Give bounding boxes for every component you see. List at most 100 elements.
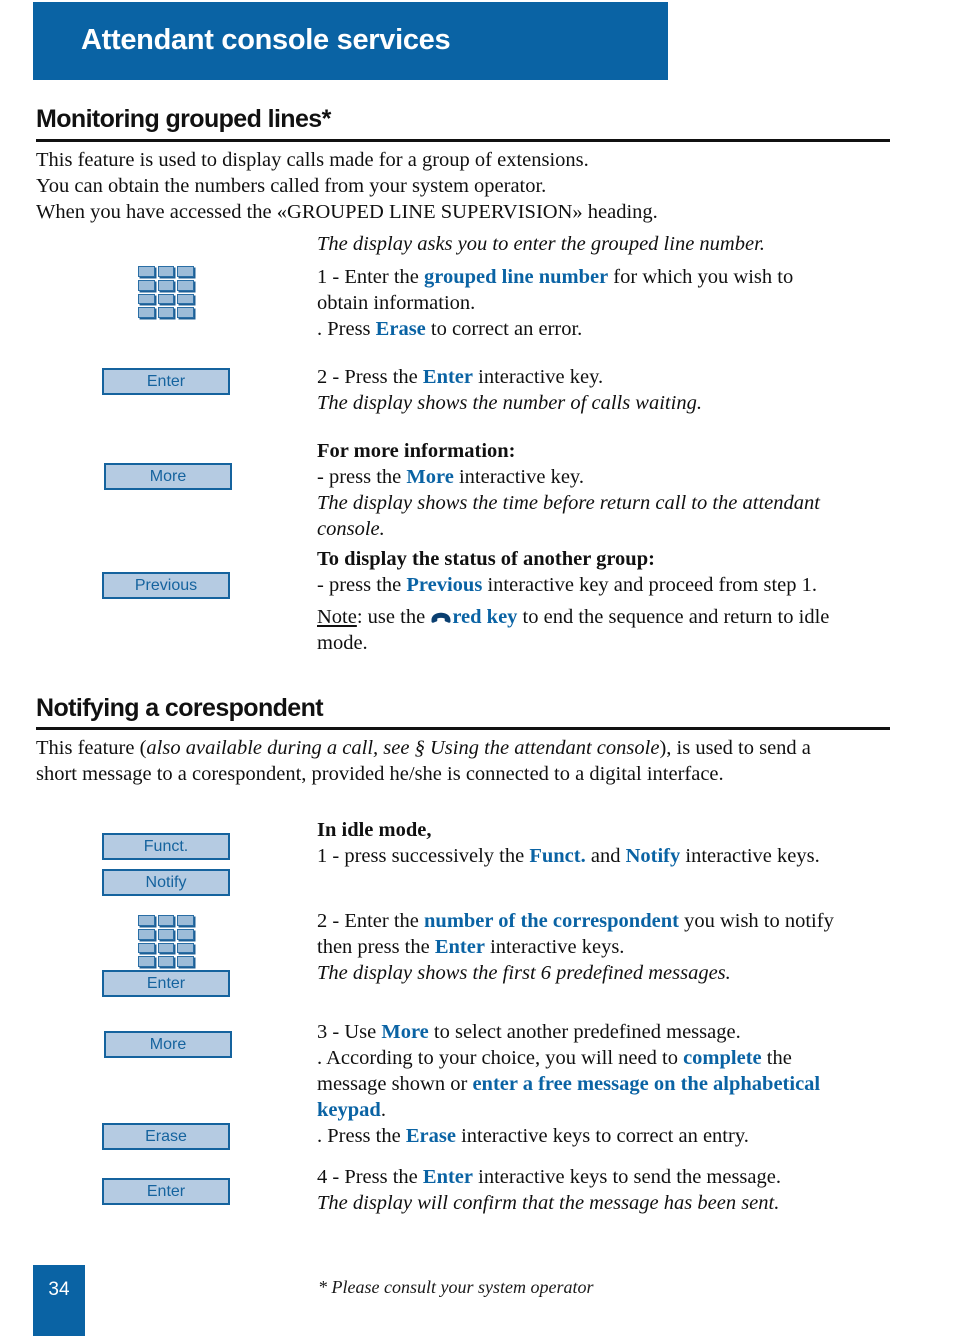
interactive-key-enter[interactable]: Enter: [102, 368, 230, 395]
interactive-key-more-step3[interactable]: More: [104, 1031, 232, 1058]
keypad-key: [138, 266, 155, 277]
interactive-key-more[interactable]: More: [104, 463, 232, 490]
s2-step2-c: you wish to notify: [678, 910, 834, 932]
s2-step2-d: then press the: [317, 936, 435, 958]
step1-text-c: for which you wish to: [608, 266, 794, 288]
more-info-title: For more information:: [317, 440, 516, 462]
section-rule-2: [36, 727, 890, 730]
more-info-term-more: More: [406, 466, 454, 488]
more-info-text-a: - press the: [317, 466, 407, 488]
section2-step3-line-4: keypad.: [317, 1097, 917, 1123]
step1-text-d: obtain information.: [317, 292, 476, 314]
interactive-key-enter-step2[interactable]: Enter: [102, 970, 230, 997]
s2-step3-term-keypad: keypad: [317, 1099, 381, 1121]
section1-intro: This feature is used to display calls ma…: [36, 147, 906, 225]
s2-step4-a: 4 - Press the: [317, 1166, 423, 1188]
header-banner: Attendant console services: [33, 2, 668, 80]
note-text-a: : use the: [356, 606, 431, 628]
step2-text-a: 2 - Press the: [317, 366, 423, 388]
s2-step4-c: interactive keys to send the message.: [473, 1166, 781, 1188]
section-rule-1: [36, 139, 890, 142]
step2-term-enter: Enter: [422, 366, 474, 388]
s2-step4-term-enter: Enter: [422, 1166, 474, 1188]
another-group-term-previous: Previous: [406, 574, 483, 596]
s2-step3-m: interactive keys to correct an entry.: [455, 1125, 749, 1147]
s2-step1-c: and: [585, 845, 626, 867]
section2-intro-c: ), is used to send a: [659, 737, 811, 759]
keypad-key: [177, 293, 194, 305]
step1-term-grouped-line-number: grouped line number: [424, 266, 609, 288]
page-number-box: 34: [33, 1265, 85, 1336]
handset-hangup-icon: [430, 605, 452, 623]
keypad-key: [177, 928, 194, 940]
step2-display-note: The display shows the number of calls wa…: [317, 392, 702, 414]
keypad-key: [157, 956, 175, 967]
keypad-key: [157, 928, 175, 940]
section2-step1: In idle mode, 1 - press successively the…: [317, 817, 917, 869]
s2-step2-f: interactive keys.: [484, 936, 625, 958]
s2-step1-term-funct: Funct.: [529, 845, 586, 867]
section1-intro-line-1: This feature is used to display calls ma…: [36, 149, 589, 171]
section2-step4-line-1: 4 - Press the Enter interactive keys to …: [317, 1164, 917, 1190]
section2-step1-title: In idle mode,: [317, 819, 432, 841]
section2-step2: 2 - Enter the number of the corresponden…: [317, 908, 917, 986]
more-info-text-c: interactive key.: [453, 466, 584, 488]
section2-step3-line-1: 3 - Use More to select another predefine…: [317, 1019, 917, 1045]
section1-intro-line-2: You can obtain the numbers called from y…: [36, 175, 547, 197]
note-term-red-key: red key: [452, 606, 518, 628]
step2-text-c: interactive key.: [473, 366, 604, 388]
interactive-key-erase[interactable]: Erase: [102, 1123, 230, 1150]
more-info-line-1: - press the More interactive key.: [317, 464, 902, 490]
keypad-key: [177, 942, 194, 954]
another-group-line-1: - press the Previous interactive key and…: [317, 572, 917, 598]
page-title: Attendant console services: [81, 24, 451, 56]
section2-step4: 4 - Press the Enter interactive keys to …: [317, 1164, 917, 1216]
section2-intro-a: This feature (: [36, 737, 147, 759]
s2-step2-term-number: number of the correspondent: [424, 910, 679, 932]
section1-more-info: For more information: - press the More i…: [317, 438, 902, 542]
keypad-key: [138, 942, 155, 954]
keypad-key: [138, 915, 155, 926]
keypad-key: [157, 307, 175, 318]
step1-term-erase: Erase: [375, 318, 426, 340]
footnote: * Please consult your system operator: [318, 1277, 594, 1297]
section2-step3: 3 - Use More to select another predefine…: [317, 1019, 917, 1149]
section1-display-note: The display asks you to enter the groupe…: [317, 233, 765, 255]
note-label: Note: [317, 606, 357, 628]
section2-intro-line-1: This feature (also available during a ca…: [36, 735, 906, 761]
section2-intro-b: also available during a call, see § Usin…: [146, 737, 660, 759]
another-group-text-a: - press the: [317, 574, 407, 596]
keypad-key: [157, 279, 175, 291]
s2-step1-a: 1 - press successively the: [317, 845, 530, 867]
s2-step3-k: . Press the: [317, 1125, 406, 1147]
interactive-key-enter-step4[interactable]: Enter: [102, 1178, 230, 1205]
s2-step3-term-more: More: [381, 1021, 429, 1043]
section-heading-monitoring-grouped-lines: Monitoring grouped lines*: [36, 105, 331, 133]
section2-step3-line-5: . Press the Erase interactive keys to co…: [317, 1123, 917, 1149]
section2-intro-line-2: short message to a corespondent, provide…: [36, 763, 724, 785]
keypad-key: [138, 956, 155, 967]
section2-intro: This feature (also available during a ca…: [36, 735, 906, 787]
keypad-key: [157, 942, 175, 954]
section2-step2-display-note: The display shows the first 6 predefined…: [317, 962, 731, 984]
s2-step2-term-enter: Enter: [434, 936, 485, 958]
section1-step1: 1 - Enter the grouped line number for wh…: [317, 264, 902, 342]
note-line-1: Note: use the red key to end the sequenc…: [317, 604, 917, 630]
keypad-key: [177, 956, 194, 967]
interactive-key-notify[interactable]: Notify: [102, 869, 230, 896]
another-group-text-c: interactive key and proceed from step 1.: [482, 574, 818, 596]
s2-step3-g: message shown or: [317, 1073, 473, 1095]
section1-another-group: To display the status of another group: …: [317, 546, 917, 598]
keypad-key: [177, 279, 194, 291]
section2-step3-line-3: message shown or enter a free message on…: [317, 1071, 917, 1097]
more-info-display-note-1: The display shows the time before return…: [317, 492, 820, 514]
s2-step3-c: to select another predefined message.: [428, 1021, 741, 1043]
note-text-d: mode.: [317, 632, 368, 654]
interactive-key-funct[interactable]: Funct.: [102, 833, 230, 860]
interactive-key-previous[interactable]: Previous: [102, 572, 230, 599]
s2-step3-term-free-message: enter a free message on the alphabetical: [472, 1073, 821, 1095]
keypad-key: [138, 293, 155, 305]
keypad-key: [177, 266, 194, 277]
s2-step2-a: 2 - Enter the: [317, 910, 425, 932]
keypad-key: [157, 266, 175, 277]
